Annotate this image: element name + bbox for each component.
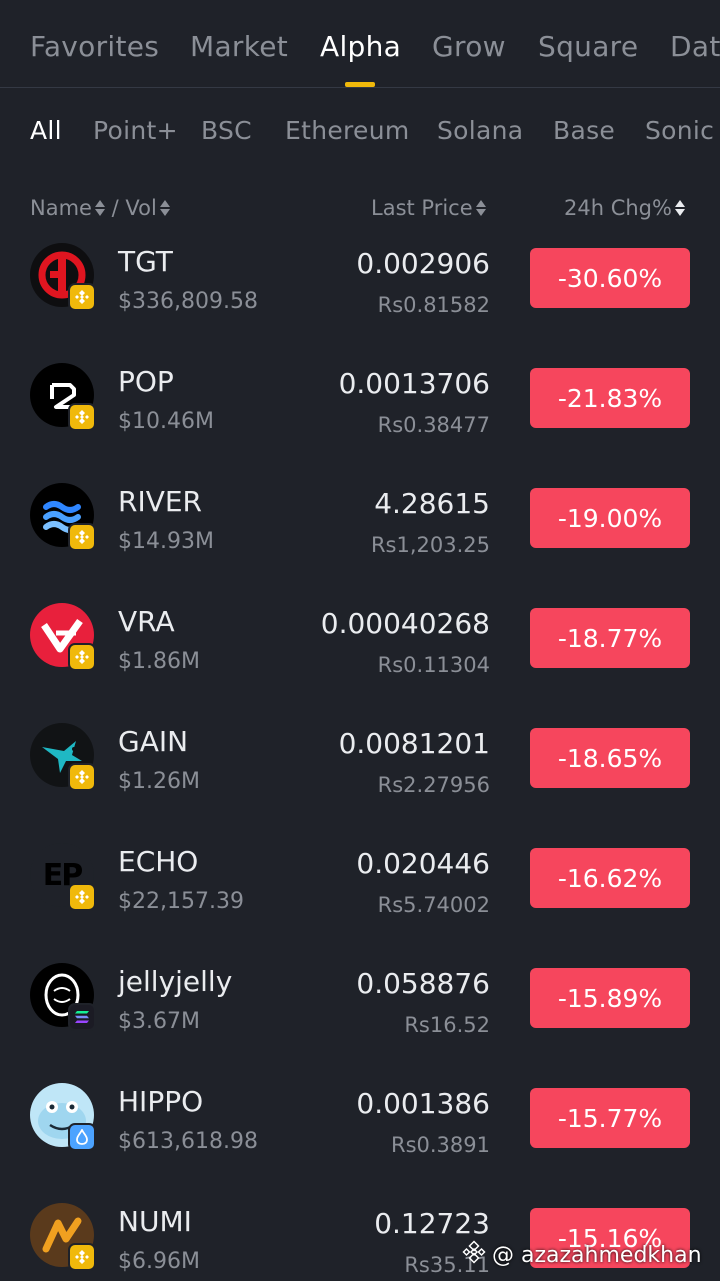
bnb-chain-icon xyxy=(68,1243,96,1271)
last-price: 0.0013706 xyxy=(338,367,490,400)
header-last-price[interactable]: Last Price xyxy=(371,196,473,220)
token-row[interactable]: VRA $1.86M 0.00040268 Rs0.11304 -18.77% xyxy=(0,603,720,723)
token-volume: $1.26M xyxy=(118,769,200,794)
token-row[interactable]: TGT $336,809.58 0.002906 Rs0.81582 -30.6… xyxy=(0,243,720,363)
filter-point-plus[interactable]: Point+ xyxy=(93,116,178,145)
last-price: 0.020446 xyxy=(356,847,490,880)
change-badge[interactable]: -19.00% xyxy=(530,488,690,548)
sort-change-icon[interactable] xyxy=(674,200,685,216)
last-price: 0.0081201 xyxy=(338,727,490,760)
last-price: 0.00040268 xyxy=(320,607,490,640)
fiat-price: Rs2.27956 xyxy=(377,773,490,797)
token-volume: $6.96M xyxy=(118,1249,200,1274)
change-badge[interactable]: -18.65% xyxy=(530,728,690,788)
solana-chain-icon xyxy=(68,1003,96,1031)
active-tab-indicator xyxy=(345,82,375,87)
sui-chain-icon xyxy=(68,1123,96,1151)
token-symbol: RIVER xyxy=(118,485,203,518)
last-price: 0.058876 xyxy=(356,967,490,1000)
change-badge[interactable]: -30.60% xyxy=(530,248,690,308)
change-badge[interactable]: -15.89% xyxy=(530,968,690,1028)
bnb-chain-icon xyxy=(68,283,96,311)
fiat-price: Rs0.81582 xyxy=(377,293,490,317)
sort-name-vol-header[interactable]: Name / Vol xyxy=(30,196,170,220)
tab-alpha[interactable]: Alpha xyxy=(320,30,401,63)
header-separator: / xyxy=(104,196,126,220)
header-name[interactable]: Name xyxy=(30,196,92,220)
token-row[interactable]: HIPPO $613,618.98 0.001386 Rs0.3891 -15.… xyxy=(0,1083,720,1203)
token-row[interactable]: RIVER $14.93M 4.28615 Rs1,203.25 -19.00% xyxy=(0,483,720,603)
sort-change-header[interactable]: 24h Chg% xyxy=(564,196,685,220)
tab-data[interactable]: Data xyxy=(670,30,720,63)
fiat-price: Rs1,203.25 xyxy=(370,533,490,557)
tab-favorites[interactable]: Favorites xyxy=(30,30,159,63)
token-row[interactable]: POP $10.46M 0.0013706 Rs0.38477 -21.83% xyxy=(0,363,720,483)
token-volume: $1.86M xyxy=(118,649,200,674)
change-badge[interactable]: -18.77% xyxy=(530,608,690,668)
token-volume: $336,809.58 xyxy=(118,289,258,314)
token-symbol: jellyjelly xyxy=(118,965,233,998)
fiat-price: Rs5.74002 xyxy=(377,893,490,917)
sort-last-price-header[interactable]: Last Price xyxy=(371,196,486,220)
filter-sonic[interactable]: Sonic xyxy=(645,116,714,145)
change-badge[interactable]: -15.77% xyxy=(530,1088,690,1148)
fiat-price: Rs0.38477 xyxy=(377,413,490,437)
change-badge[interactable]: -21.83% xyxy=(530,368,690,428)
tab-market[interactable]: Market xyxy=(190,30,288,63)
token-symbol: TGT xyxy=(118,245,173,278)
token-volume: $3.67M xyxy=(118,1009,200,1034)
bnb-chain-icon xyxy=(68,883,96,911)
token-symbol: HIPPO xyxy=(118,1085,204,1118)
bnb-chain-icon xyxy=(68,643,96,671)
filter-base[interactable]: Base xyxy=(553,116,615,145)
watermark: @ azazahmedkhan xyxy=(462,1240,702,1270)
header-change[interactable]: 24h Chg% xyxy=(564,196,672,220)
token-row[interactable]: GAIN $1.26M 0.0081201 Rs2.27956 -18.65% xyxy=(0,723,720,843)
fiat-price: Rs0.3891 xyxy=(390,1133,490,1157)
fiat-price: Rs0.11304 xyxy=(377,653,490,677)
token-row[interactable]: jellyjelly $3.67M 0.058876 Rs16.52 -15.8… xyxy=(0,963,720,1083)
binance-square-icon xyxy=(462,1240,486,1270)
token-volume: $10.46M xyxy=(118,409,214,434)
tab-square[interactable]: Square xyxy=(538,30,638,63)
change-badge[interactable]: -16.62% xyxy=(530,848,690,908)
bnb-chain-icon xyxy=(68,763,96,791)
sort-name-icon[interactable] xyxy=(94,200,105,216)
token-symbol: POP xyxy=(118,365,174,398)
last-price: 0.001386 xyxy=(356,1087,490,1120)
last-price: 0.002906 xyxy=(356,247,490,280)
chain-filter-tabs: All Point+ BSC Ethereum Solana Base Soni… xyxy=(0,116,720,156)
fiat-price: Rs16.52 xyxy=(404,1013,490,1037)
bnb-chain-icon xyxy=(68,403,96,431)
token-symbol: ECHO xyxy=(118,845,199,878)
top-nav-tabs: Favorites Market Alpha Grow Square Data xyxy=(0,0,720,88)
sort-vol-icon[interactable] xyxy=(159,200,170,216)
bnb-chain-icon xyxy=(68,523,96,551)
filter-bsc[interactable]: BSC xyxy=(201,116,252,145)
sort-price-icon[interactable] xyxy=(475,200,486,216)
token-row[interactable]: EP ECHO $22,157.39 0.020446 Rs5.74002 -1… xyxy=(0,843,720,963)
tab-grow[interactable]: Grow xyxy=(432,30,506,63)
filter-all[interactable]: All xyxy=(30,116,62,145)
last-price: 4.28615 xyxy=(374,487,490,520)
token-volume: $613,618.98 xyxy=(118,1129,258,1154)
last-price: 0.12723 xyxy=(374,1207,490,1240)
filter-ethereum[interactable]: Ethereum xyxy=(285,116,410,145)
token-volume: $14.93M xyxy=(118,529,214,554)
watermark-handle: @ azazahmedkhan xyxy=(492,1242,702,1268)
header-vol[interactable]: Vol xyxy=(125,196,156,220)
token-symbol: NUMI xyxy=(118,1205,192,1238)
token-volume: $22,157.39 xyxy=(118,889,244,914)
filter-solana[interactable]: Solana xyxy=(437,116,523,145)
token-symbol: GAIN xyxy=(118,725,189,758)
token-symbol: VRA xyxy=(118,605,175,638)
